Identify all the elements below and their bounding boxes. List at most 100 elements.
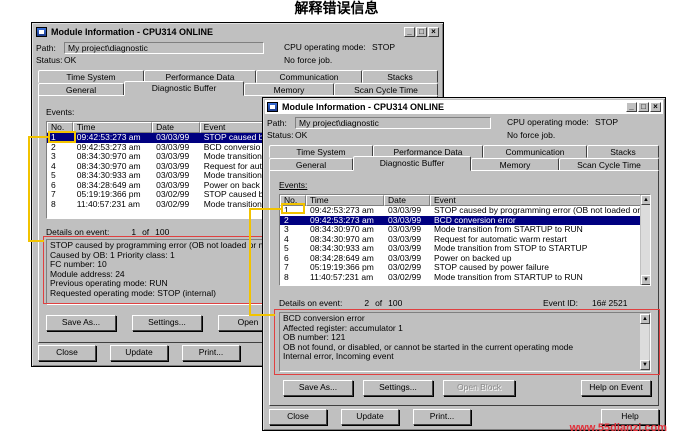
force-job-text: No force job. [507,130,556,140]
app-icon [36,27,47,37]
path-label: Path: [267,118,287,128]
list-item[interactable]: 1 09:42:53:273 am 03/03/99 STOP caused b [47,133,275,143]
cell-time: 08:34:30:970 am [310,225,374,234]
list-item[interactable]: 6 08:34:28:649 am 03/03/99 Power on back [47,181,275,191]
close-icon[interactable]: × [650,102,661,112]
save-as-button[interactable]: Save As... [283,380,353,396]
scroll-up-icon[interactable]: ▲ [640,314,650,324]
cell-no: 2 [51,142,56,152]
scroll-down-icon[interactable]: ▼ [640,360,650,370]
tab-diagnostic-buffer[interactable]: Diagnostic Buffer [124,81,244,96]
list-item[interactable]: 5 08:34:30:933 am 03/03/99 Mode transiti… [47,171,275,181]
maximize-icon[interactable]: □ [416,27,427,37]
update-button[interactable]: Update [110,345,168,361]
cell-date: 03/03/99 [388,253,422,263]
details-of: of [375,298,383,308]
cell-event: STOP caused by programming error (OB not… [434,206,642,215]
cell-time: 08:34:30:933 am [76,171,141,180]
cell-date: 03/02/99 [156,190,190,199]
cell-no: 4 [51,161,56,171]
tab-communication[interactable]: Communication [483,145,587,158]
cell-time: 08:34:30:970 am [310,234,374,244]
tab-stacks[interactable]: Stacks [587,145,659,158]
details-scrollbar[interactable]: ▲ ▼ [639,314,650,370]
cell-no: 7 [51,190,56,199]
details-label: Details on event: [279,298,343,308]
cell-date: 03/03/99 [388,206,422,215]
close-button[interactable]: Close [269,409,327,425]
open-block-button[interactable]: Open Block [443,380,515,396]
scroll-down-icon[interactable]: ▼ [641,275,650,285]
col-time[interactable]: Time [72,122,153,133]
minimize-icon[interactable]: _ [404,27,415,37]
list-item[interactable]: 7 05:19:19:366 pm 03/02/99 STOP caused b… [280,263,650,273]
cell-date: 03/03/99 [388,215,422,225]
col-date[interactable]: Date [152,122,200,133]
list-item[interactable]: 4 08:34:30:970 am 03/03/99 Request for a… [280,235,650,245]
cell-date: 03/03/99 [156,180,190,190]
update-button[interactable]: Update [341,409,399,425]
cell-no: 1 [51,133,56,142]
tab-communication[interactable]: Communication [256,70,362,83]
cell-date: 03/03/99 [388,225,422,234]
cell-no: 7 [284,263,289,272]
col-no[interactable]: No. [47,122,73,133]
tab-diagnostic-buffer[interactable]: Diagnostic Buffer [353,156,471,171]
events-label: Events: [46,107,75,117]
list-item[interactable]: 8 11:40:57:231 am 03/02/99 Mode transiti… [280,273,650,283]
window-title: Module Information - CPU314 ONLINE [282,102,445,112]
detail-line: Internal error, Incoming event [283,351,394,361]
cell-no: 5 [51,171,56,180]
list-item[interactable]: 8 11:40:57:231 am 03/02/99 Mode transiti… [47,200,275,210]
events-scrollbar[interactable]: ▲ ▼ [640,195,650,285]
list-item[interactable]: 4 08:34:30:970 am 03/03/99 Request for a… [47,162,275,172]
events-list[interactable]: No. Time Date Event 1 09:42:53:273 am 03… [46,121,276,219]
cell-date: 03/03/99 [388,244,422,253]
help-on-event-button[interactable]: Help on Event [581,380,651,396]
list-item[interactable]: 2 09:42:53:273 am 03/03/99 BCD conversio [47,143,275,153]
list-item[interactable]: 5 08:34:30:933 am 03/03/99 Mode transiti… [280,244,650,254]
close-button[interactable]: Close [38,345,96,361]
cell-no: 1 [284,206,289,215]
force-job-text: No force job. [284,55,333,65]
settings-button[interactable]: Settings... [363,380,433,396]
list-item[interactable]: 3 08:34:30:970 am 03/03/99 Mode transiti… [280,225,650,235]
print-button[interactable]: Print... [182,345,240,361]
cell-time: 11:40:57:231 am [310,272,374,282]
settings-button[interactable]: Settings... [132,315,202,331]
col-event[interactable]: Event [430,195,642,206]
print-button[interactable]: Print... [413,409,471,425]
scroll-up-icon[interactable]: ▲ [641,195,650,205]
path-label: Path: [36,43,56,53]
tab-stacks[interactable]: Stacks [362,70,438,83]
events-label: Events: [279,180,308,190]
minimize-icon[interactable]: _ [626,102,637,112]
events-list[interactable]: No. Time Date Event 1 09:42:53:273 am 03… [279,194,651,286]
list-item[interactable]: 1 09:42:53:273 am 03/03/99 STOP caused b… [280,206,650,216]
front-titlebar[interactable]: Module Information - CPU314 ONLINE _ □ × [265,100,663,114]
col-no[interactable]: No. [280,195,306,206]
connector-line [28,136,30,242]
status-value: OK [295,130,308,140]
event-id-value: 16# 2521 [591,298,628,308]
list-header: No. Time Date Event [280,195,650,206]
connector-line [249,314,275,316]
cell-no: 3 [51,152,56,161]
details-total: 100 [155,227,170,237]
save-as-button[interactable]: Save As... [46,315,116,331]
col-time[interactable]: Time [306,195,384,206]
col-date[interactable]: Date [384,195,430,206]
close-icon[interactable]: × [428,27,439,37]
list-item[interactable]: 3 08:34:30:970 am 03/03/99 Mode transiti… [47,152,275,162]
back-titlebar[interactable]: Module Information - CPU314 ONLINE _ □ × [34,25,441,39]
maximize-icon[interactable]: □ [638,102,649,112]
connector-line [249,208,251,316]
list-item[interactable]: 2 09:42:53:273 am 03/03/99 BCD conversio… [280,215,650,225]
cell-time: 08:34:30:933 am [310,244,374,253]
status-label: Status: [267,130,294,140]
cpu-mode-label: CPU operating mode: [507,117,589,127]
cell-time: 05:19:19:366 pm [310,263,374,272]
cell-no: 8 [284,272,289,282]
list-item[interactable]: 6 08:34:28:649 am 03/03/99 Power on back… [280,254,650,264]
list-item[interactable]: 7 05:19:19:366 pm 03/02/99 STOP caused b [47,190,275,200]
